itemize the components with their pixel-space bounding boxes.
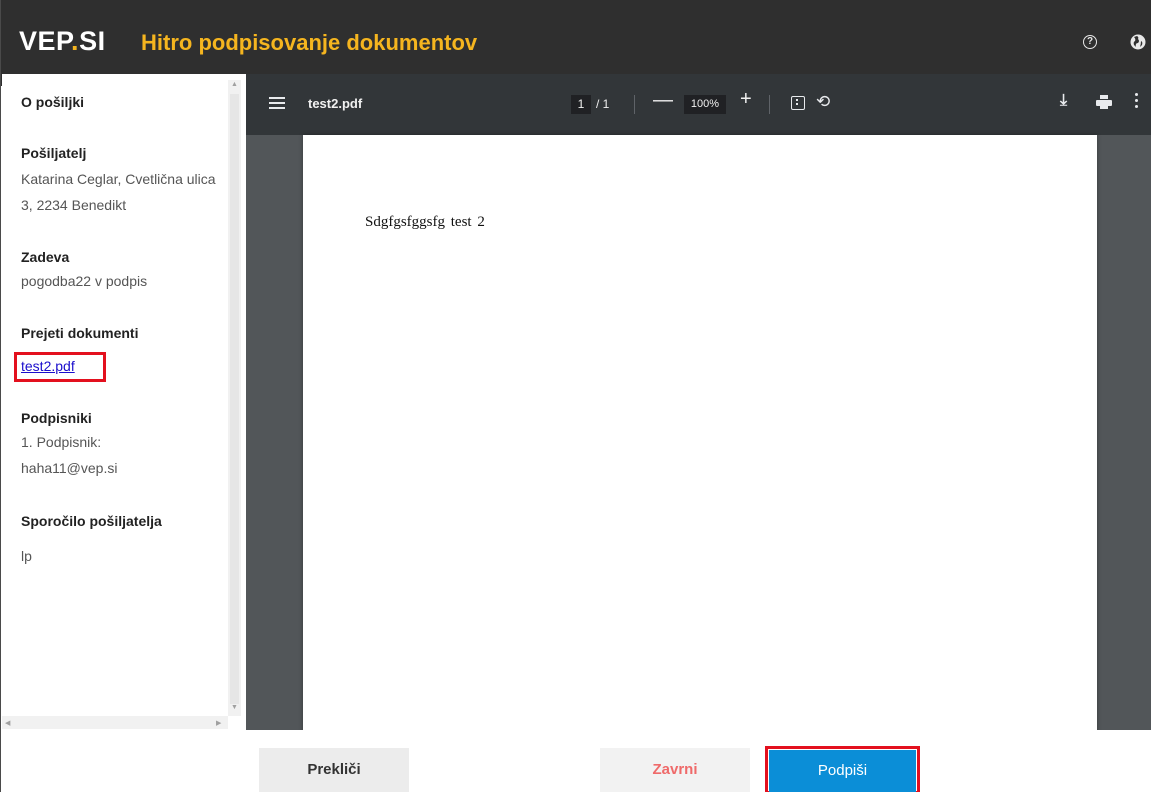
menu-icon[interactable] [269,97,285,109]
toolbar-divider [769,95,770,114]
message-label: Sporočilo pošiljatelja [21,513,162,529]
page-number-input[interactable]: 1 [571,95,591,114]
pdf-page: Sdgfgsfggsfg test 2 [303,135,1097,730]
more-icon[interactable] [1135,93,1138,109]
sidebar-scroll-thumb[interactable] [230,94,239,704]
zoom-out-button[interactable]: — [653,89,673,112]
pdf-viewer: test2.pdf 1 / 1 — 100% + ⟲ ⤓ Sdgfgsfggsf… [246,74,1151,730]
logo-dot: . [71,26,80,56]
signers-line1: 1. Podpisnik: [21,434,102,450]
sidebar-horizontal-scrollbar[interactable] [2,716,228,729]
sidebar: O pošiljki Pošiljatelj Katarina Ceglar, … [2,74,246,730]
sender-value: Katarina Ceglar, Cvetlična ulica 3, 2234… [21,171,216,213]
subject-label: Zadeva [21,249,70,265]
zoom-input[interactable]: 100% [684,95,726,114]
logo-main: VEP [19,26,72,56]
reject-button[interactable]: Zavrni [600,748,750,792]
toolbar-divider [634,95,635,114]
document-link[interactable]: test2.pdf [21,358,75,374]
help-icon[interactable]: ? [1081,33,1101,53]
fit-page-icon[interactable] [791,96,805,110]
pdf-page-text: Sdgfgsfggsfg test 2 [365,214,485,230]
scroll-right-arrow-icon[interactable]: ▶ [216,719,221,727]
subject-value: pogodba22 v podpis [21,273,148,289]
signers-line2: haha11@vep.si [21,460,118,476]
sign-button[interactable]: Podpiši [769,750,916,792]
globe-icon[interactable] [1129,33,1149,53]
cancel-button[interactable]: Prekliči [259,748,409,792]
vep-logo[interactable]: VEP.SI [19,26,106,57]
signers-label: Podpisniki [21,410,92,426]
scroll-down-arrow-icon[interactable]: ▼ [231,704,238,711]
scroll-up-arrow-icon[interactable]: ▲ [231,81,238,88]
message-value: lp [21,548,32,564]
logo-tail: SI [79,26,106,56]
app-window: VEP.SI Hitro podpisovanje dokumentov ? O… [0,0,1151,792]
download-icon[interactable]: ⤓ [1060,92,1067,110]
page-total: / 1 [596,97,610,111]
documents-label: Prejeti dokumenti [21,325,139,341]
app-title: Hitro podpisovanje dokumentov [141,30,478,55]
pdf-file-name: test2.pdf [308,96,363,111]
scroll-left-arrow-icon[interactable]: ◀ [5,719,10,727]
print-icon[interactable] [1096,95,1112,109]
action-footer: Prekliči Zavrni Podpiši [1,730,1151,792]
rotate-icon[interactable]: ⟲ [816,92,830,112]
sender-label: Pošiljatelj [21,145,87,161]
pdf-toolbar: test2.pdf 1 / 1 — 100% + ⟲ ⤓ [246,74,1151,135]
zoom-in-button[interactable]: + [740,88,752,111]
sidebar-heading: O pošiljki [21,94,85,110]
